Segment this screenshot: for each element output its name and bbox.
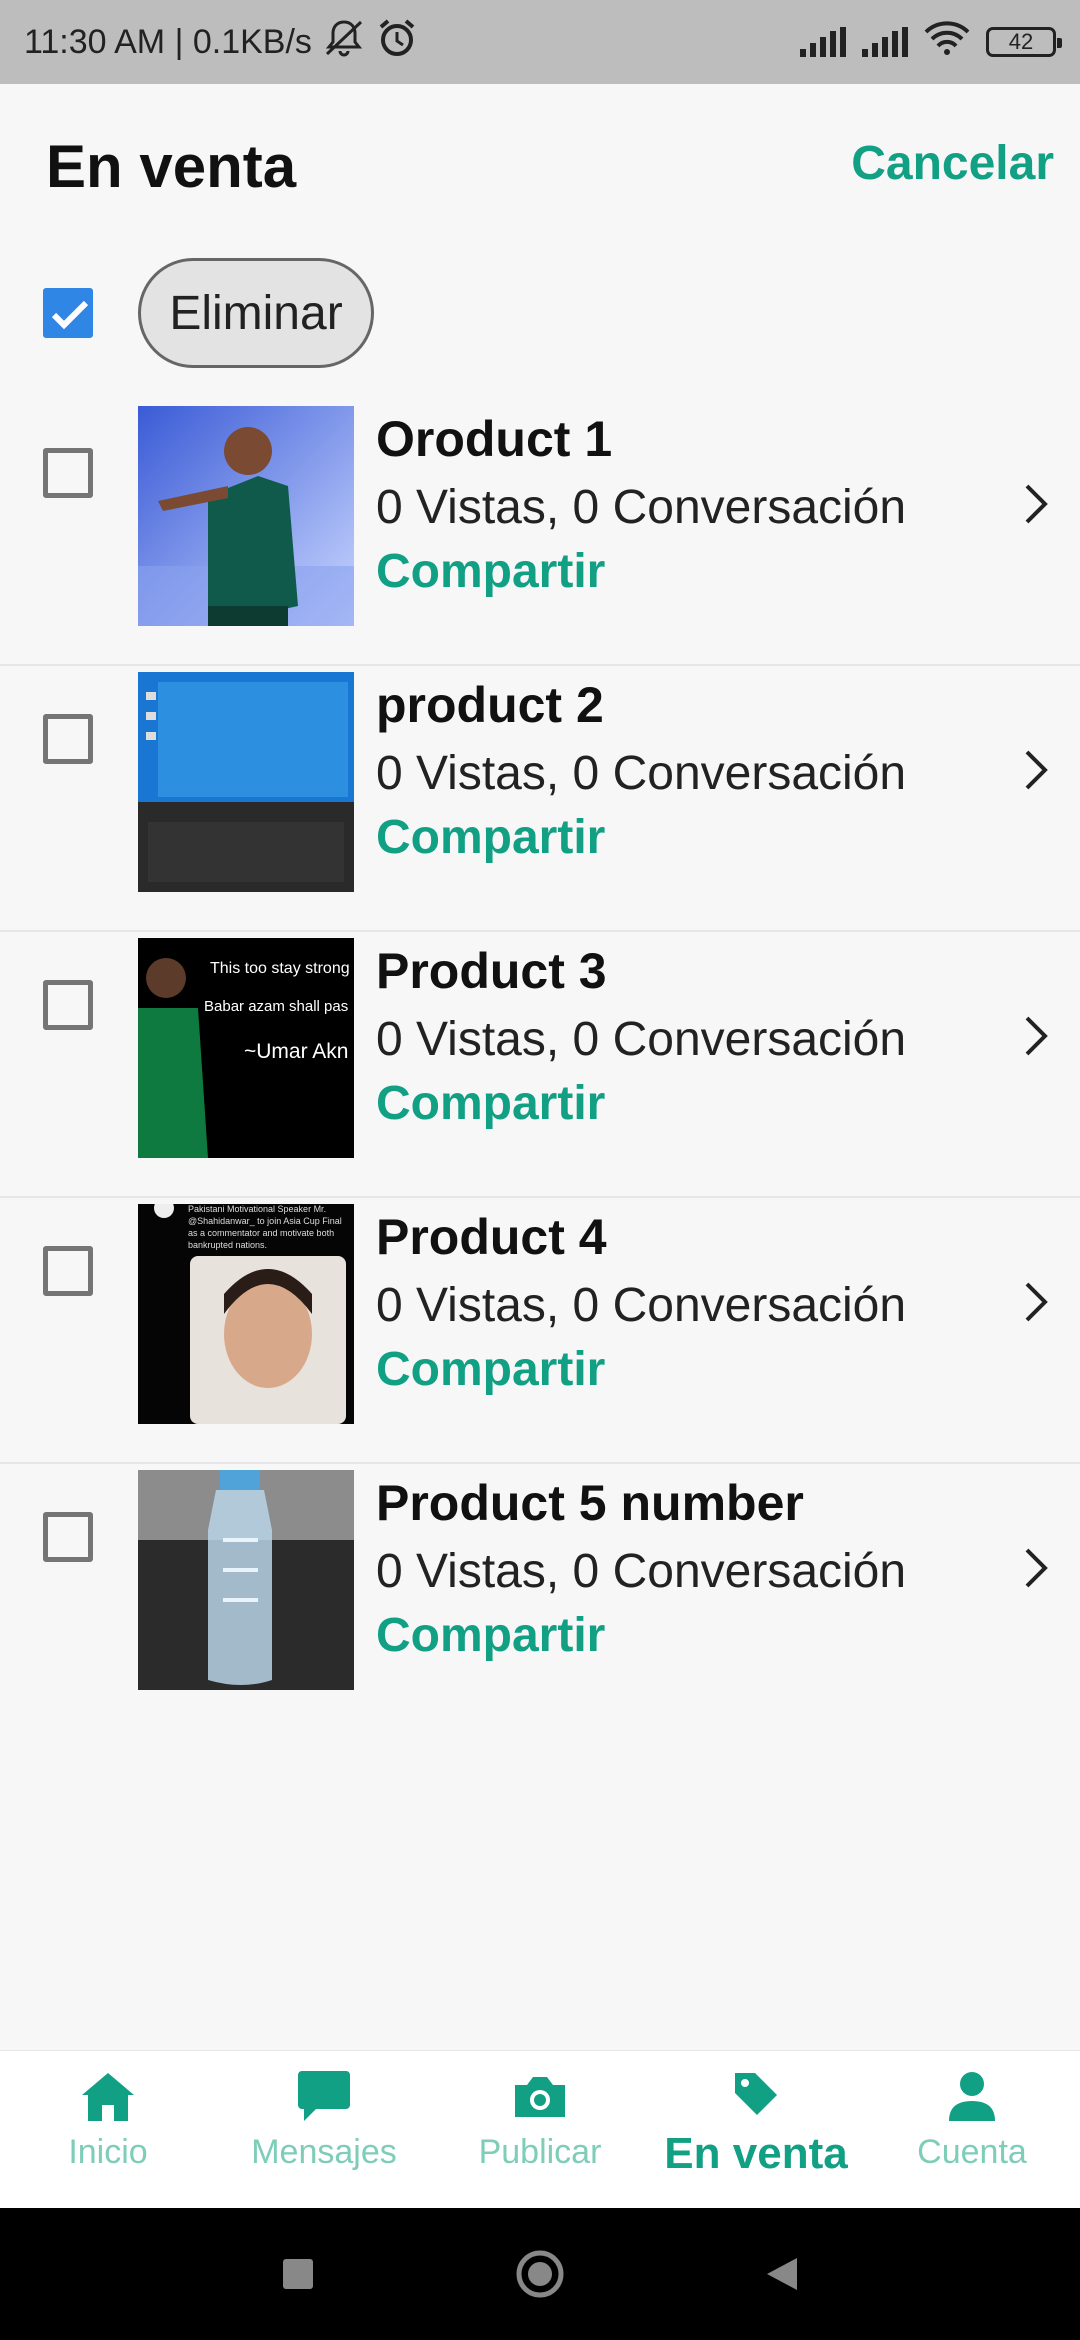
share-link[interactable]: Compartir — [376, 1076, 605, 1131]
back-icon[interactable] — [765, 2256, 799, 2292]
item-checkbox[interactable] — [43, 980, 93, 1030]
item-checkbox[interactable] — [43, 1512, 93, 1562]
system-nav-bar — [0, 2208, 1080, 2340]
battery-level: 42 — [1008, 29, 1034, 54]
thumbnail-caption: This too stay strong — [210, 960, 350, 977]
product-title: Product 5 number — [376, 1475, 804, 1531]
product-stats: 0 Vistas, 0 Conversación — [376, 1013, 907, 1066]
signal-icon — [800, 27, 846, 57]
chevron-right-icon[interactable] — [1022, 1280, 1050, 1324]
share-link[interactable]: Compartir — [376, 810, 605, 865]
product-thumbnail: This too stay strong Babar azam shall pa… — [138, 938, 354, 1158]
status-time: 11:30 AM | 0.1KB/s — [24, 22, 312, 61]
nav-item-inicio[interactable]: Inicio — [0, 2051, 216, 2209]
list-item[interactable]: product 2 0 Vistas, 0 Conversación Compa… — [0, 666, 1080, 932]
product-thumbnail: Pakistani Motivational Speaker Mr. @Shah… — [138, 1204, 354, 1424]
nav-item-cuenta[interactable]: Cuenta — [864, 2051, 1080, 2209]
nav-label: Inicio — [68, 2133, 148, 2171]
bottom-nav: Inicio Mensajes Publicar En venta Cuenta — [0, 2050, 1080, 2209]
chevron-right-icon[interactable] — [1022, 1014, 1050, 1058]
share-link[interactable]: Compartir — [376, 1608, 605, 1663]
product-thumbnail — [138, 406, 354, 626]
signal-icon — [862, 27, 908, 57]
product-thumbnail — [138, 672, 354, 892]
wifi-icon — [924, 20, 970, 64]
product-thumbnail — [138, 1470, 354, 1690]
share-link[interactable]: Compartir — [376, 544, 605, 599]
check-icon — [51, 300, 89, 330]
product-title: product 2 — [376, 677, 604, 733]
nav-label: En venta — [664, 2129, 848, 2178]
nav-item-en-venta[interactable]: En venta — [648, 2051, 864, 2209]
delete-button[interactable]: Eliminar — [138, 258, 374, 368]
nav-item-mensajes[interactable]: Mensajes — [216, 2051, 432, 2209]
item-checkbox[interactable] — [43, 714, 93, 764]
header: En venta Cancelar — [0, 84, 1080, 244]
mute-icon — [322, 18, 366, 67]
select-bar: Eliminar — [0, 258, 1080, 370]
product-stats: 0 Vistas, 0 Conversación — [376, 1279, 907, 1332]
nav-item-publicar[interactable]: Publicar — [432, 2051, 648, 2209]
item-checkbox[interactable] — [43, 1246, 93, 1296]
page-title: En venta — [46, 133, 297, 200]
home-button-icon[interactable] — [515, 2249, 565, 2299]
home-icon — [82, 2073, 134, 2121]
list-item[interactable]: This too stay strong Babar azam shall pa… — [0, 932, 1080, 1198]
nav-label: Cuenta — [917, 2133, 1027, 2171]
product-title: Product 4 — [376, 1209, 607, 1265]
thumbnail-caption: Babar azam shall pas — [204, 998, 349, 1015]
product-stats: 0 Vistas, 0 Conversación — [376, 747, 907, 800]
chevron-right-icon[interactable] — [1022, 1546, 1050, 1590]
item-checkbox[interactable] — [43, 448, 93, 498]
product-title: Oroduct 1 — [376, 411, 613, 467]
list-item[interactable]: Pakistani Motivational Speaker Mr. @Shah… — [0, 1198, 1080, 1464]
nav-label: Mensajes — [251, 2133, 397, 2171]
list-item[interactable]: Oroduct 1 0 Vistas, 0 Conversación Compa… — [0, 400, 1080, 666]
product-title: Product 3 — [376, 943, 607, 999]
product-stats: 0 Vistas, 0 Conversación — [376, 1545, 907, 1598]
product-stats: 0 Vistas, 0 Conversación — [376, 481, 907, 534]
camera-icon — [515, 2077, 565, 2117]
cancel-button[interactable]: Cancelar — [851, 136, 1054, 191]
chevron-right-icon[interactable] — [1022, 482, 1050, 526]
tag-icon — [735, 2073, 777, 2115]
battery-icon: 42 — [986, 27, 1062, 57]
share-link[interactable]: Compartir — [376, 1342, 605, 1397]
status-bar: 11:30 AM | 0.1KB/s 42 — [0, 0, 1080, 84]
alarm-icon — [376, 17, 418, 68]
list-item[interactable]: Product 5 number 0 Vistas, 0 Conversació… — [0, 1464, 1080, 1730]
message-icon — [298, 2071, 350, 2121]
chevron-right-icon[interactable] — [1022, 748, 1050, 792]
product-list: Oroduct 1 0 Vistas, 0 Conversación Compa… — [0, 400, 1080, 1730]
person-icon — [949, 2072, 995, 2121]
select-all-checkbox[interactable] — [43, 288, 93, 338]
nav-label: Publicar — [478, 2133, 602, 2171]
recents-icon[interactable] — [281, 2257, 315, 2291]
thumbnail-caption: ~Umar Akn — [244, 1040, 349, 1063]
